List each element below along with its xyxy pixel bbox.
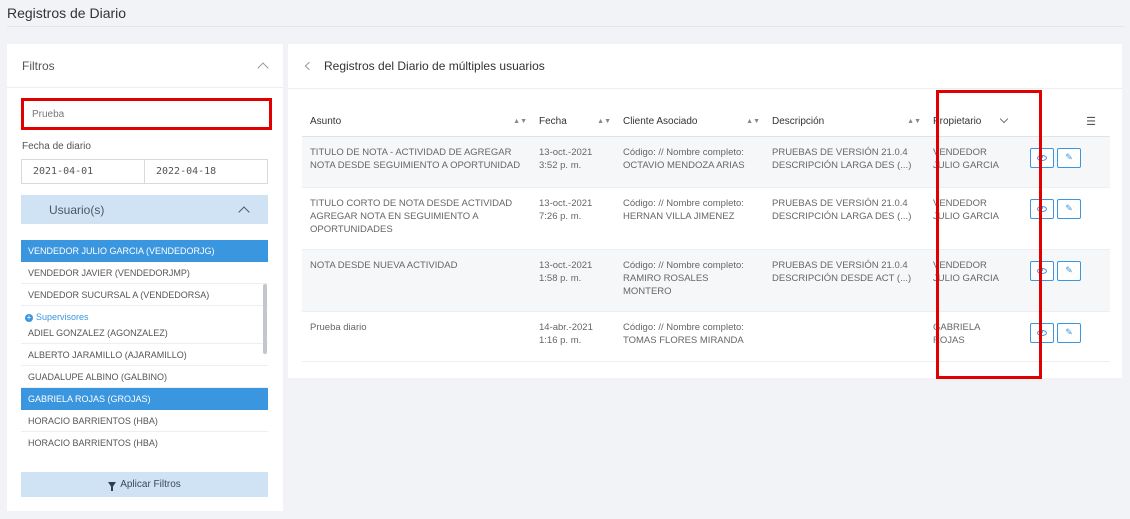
table-row[interactable]: Prueba diario 14-abr.-2021 1:16 p. m. Có… <box>302 311 1110 362</box>
chevron-up-icon[interactable] <box>257 61 269 74</box>
user-item[interactable]: HORACIO BARRIENTOS (HBA) <box>21 432 268 452</box>
eye-icon <box>1037 205 1047 212</box>
table-row[interactable]: NOTA DESDE NUEVA ACTIVIDAD 13-oct.-2021 … <box>302 249 1110 312</box>
cell-fecha: 13-oct.-2021 7:26 p. m. <box>531 187 615 250</box>
user-item[interactable]: VENDEDOR SUCURSAL A (VENDEDORSA) <box>21 284 268 306</box>
records-panel: Registros del Diario de múltiples usuari… <box>288 44 1122 378</box>
cell-asunto: Prueba diario <box>302 311 531 362</box>
eye-icon <box>1037 154 1047 161</box>
chevron-left-icon[interactable] <box>304 61 314 71</box>
table-row[interactable]: TITULO DE NOTA - ACTIVIDAD DE AGREGAR NO… <box>302 136 1110 188</box>
edit-button[interactable]: ✎ <box>1057 147 1081 168</box>
date-label: Fecha de diario <box>22 141 91 152</box>
date-from-field[interactable]: 2021-04-01 <box>22 160 144 183</box>
column-header-asunto[interactable]: Asunto ▲▼ <box>302 107 531 137</box>
eye-icon <box>1037 267 1047 274</box>
chevron-down-icon[interactable] <box>1000 114 1009 123</box>
view-button[interactable] <box>1030 260 1054 281</box>
cell-descripcion: PRUEBAS DE VERSIÓN 21.0.4 DESCRIPCIÓN DE… <box>764 249 925 312</box>
column-header-fecha[interactable]: Fecha ▲▼ <box>531 107 615 137</box>
cell-descripcion: PRUEBAS DE VERSIÓN 21.0.4 DESCRIPCIÓN LA… <box>764 136 925 188</box>
cell-propietario: GABRIELA ROJAS <box>925 311 1022 362</box>
cell-propietario: VENDEDOR JULIO GARCIA <box>925 187 1022 250</box>
user-item[interactable]: GABRIELA ROJAS (GROJAS) <box>21 388 268 410</box>
user-item[interactable]: ALBERTO JARAMILLO (AJARAMILLO) <box>21 344 268 366</box>
users-toggle[interactable]: Usuario(s) <box>21 195 268 224</box>
user-list[interactable]: VENDEDOR JULIO GARCIA (VENDEDORJG) VENDE… <box>21 240 268 452</box>
column-label: Descripción <box>772 115 825 127</box>
records-header: Registros del Diario de múltiples usuari… <box>288 44 1122 89</box>
view-button[interactable] <box>1030 322 1054 343</box>
search-input-value: Prueba <box>32 108 65 120</box>
group-supervisores[interactable]: + Supervisores <box>21 306 268 322</box>
filter-icon <box>108 481 117 491</box>
cell-propietario: VENDEDOR JULIO GARCIA <box>925 249 1022 312</box>
view-button[interactable] <box>1030 198 1054 219</box>
sort-icon[interactable]: ▲▼ <box>513 118 527 125</box>
cell-actions: ✎ <box>1022 187 1110 250</box>
filters-panel: Filtros Prueba Fecha de diario 2021-04-0… <box>7 44 283 511</box>
date-to-field[interactable]: 2022-04-18 <box>144 160 267 183</box>
eye-icon <box>1037 329 1047 336</box>
cell-asunto: TITULO CORTO DE NOTA DESDE ACTIVIDAD AGR… <box>302 187 531 250</box>
column-header-settings[interactable]: ☰ <box>1022 107 1110 137</box>
records-title: Registros del Diario de múltiples usuari… <box>324 59 545 73</box>
cell-cliente: Código: // Nombre completo: HERNAN VILLA… <box>615 187 764 250</box>
records-table: Asunto ▲▼ Fecha ▲▼ Cliente Asociado ▲▼ Desc… <box>302 107 1110 362</box>
filters-title: Filtros <box>22 58 55 73</box>
view-button[interactable] <box>1030 147 1054 168</box>
apply-filters-button[interactable]: Aplicar Filtros <box>21 472 268 497</box>
user-list-scrollbar[interactable] <box>263 284 267 354</box>
edit-button[interactable]: ✎ <box>1057 198 1081 219</box>
column-header-cliente[interactable]: Cliente Asociado ▲▼ <box>615 107 764 137</box>
cell-actions: ✎ <box>1022 249 1110 312</box>
column-header-propietario[interactable]: Propietario <box>925 107 1022 137</box>
group-label: Supervisores <box>36 312 89 322</box>
users-toggle-label: Usuario(s) <box>49 202 105 217</box>
user-item[interactable]: ADIEL GONZALEZ (AGONZALEZ) <box>21 322 268 344</box>
settings-icon[interactable]: ☰ <box>1086 116 1096 128</box>
date-range: 2021-04-01 2022-04-18 <box>21 159 268 184</box>
cell-fecha: 13-oct.-2021 1:58 p. m. <box>531 249 615 312</box>
column-header-descripcion[interactable]: Descripción ▲▼ <box>764 107 925 137</box>
cell-actions: ✎ <box>1022 311 1110 362</box>
cell-propietario: VENDEDOR JULIO GARCIA <box>925 136 1022 188</box>
cell-fecha: 13-oct.-2021 3:52 p. m. <box>531 136 615 188</box>
cell-cliente: Código: // Nombre completo: OCTAVIO MEND… <box>615 136 764 188</box>
column-label: Propietario <box>933 115 982 127</box>
table-row[interactable]: TITULO CORTO DE NOTA DESDE ACTIVIDAD AGR… <box>302 187 1110 250</box>
user-item[interactable]: HORACIO BARRIENTOS (HBA) <box>21 410 268 432</box>
search-input[interactable]: Prueba <box>21 98 272 130</box>
apply-filters-label: Aplicar Filtros <box>120 479 181 490</box>
page-title: Registros de Diario <box>7 5 127 21</box>
cell-fecha: 14-abr.-2021 1:16 p. m. <box>531 311 615 362</box>
user-item[interactable]: VENDEDOR JAVIER (VENDEDORJMP) <box>21 262 268 284</box>
sort-icon[interactable]: ▲▼ <box>597 118 611 125</box>
edit-button[interactable]: ✎ <box>1057 322 1081 343</box>
column-label: Cliente Asociado <box>623 115 698 127</box>
cell-descripcion: PRUEBAS DE VERSIÓN 21.0.4 DESCRIPCIÓN LA… <box>764 187 925 250</box>
chevron-up-icon <box>238 205 250 218</box>
sort-icon[interactable]: ▲▼ <box>907 118 921 125</box>
cell-actions: ✎ <box>1022 136 1110 188</box>
column-label: Fecha <box>539 115 567 127</box>
cell-cliente: Código: // Nombre completo: TOMAS FLORES… <box>615 311 764 362</box>
cell-cliente: Código: // Nombre completo: RAMIRO ROSAL… <box>615 249 764 312</box>
cell-asunto: TITULO DE NOTA - ACTIVIDAD DE AGREGAR NO… <box>302 136 531 188</box>
user-item[interactable]: VENDEDOR JULIO GARCIA (VENDEDORJG) <box>21 240 268 262</box>
title-divider <box>7 26 1124 27</box>
user-item[interactable]: GUADALUPE ALBINO (GALBINO) <box>21 366 268 388</box>
sort-icon[interactable]: ▲▼ <box>746 118 760 125</box>
cell-asunto: NOTA DESDE NUEVA ACTIVIDAD <box>302 249 531 312</box>
filters-header[interactable]: Filtros <box>7 44 283 88</box>
column-label: Asunto <box>310 115 342 127</box>
cell-descripcion <box>764 311 925 362</box>
edit-button[interactable]: ✎ <box>1057 260 1081 281</box>
plus-icon: + <box>25 313 33 322</box>
